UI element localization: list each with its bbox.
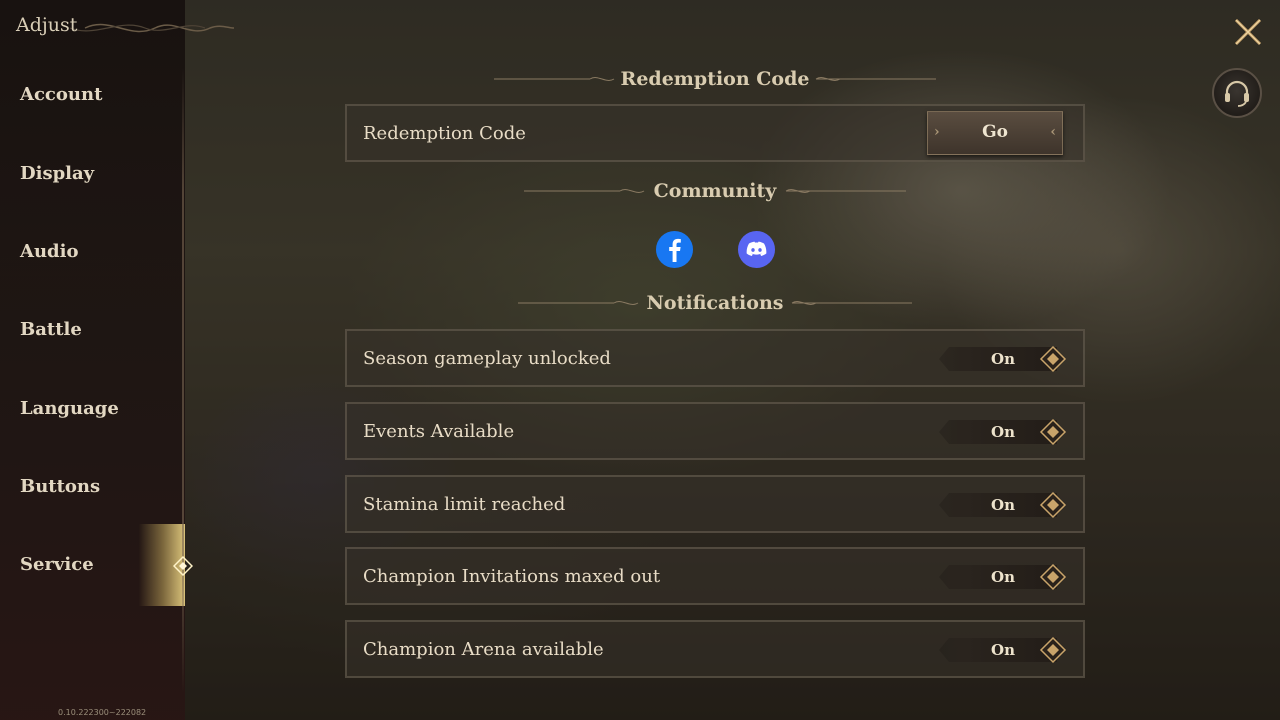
notification-row: Events Available On: [345, 402, 1085, 460]
notification-label: Events Available: [363, 421, 515, 442]
notification-toggle[interactable]: On: [939, 636, 1067, 664]
redemption-code-row: Redemption Code › Go ‹: [345, 104, 1085, 162]
sidebar-item-account[interactable]: Account: [0, 73, 185, 117]
diamond-knob-icon: [1039, 636, 1067, 664]
diamond-knob-icon: [1039, 491, 1067, 519]
sidebar: Adjust Account Display Audio Battle Lang…: [0, 0, 235, 720]
diamond-knob-icon: [1039, 345, 1067, 373]
close-button[interactable]: [1230, 14, 1266, 50]
diamond-knob-icon: [1039, 418, 1067, 446]
version-label: 0.10.222300~222082: [58, 708, 147, 717]
sidebar-item-language[interactable]: Language: [0, 387, 185, 431]
sidebar-item-service[interactable]: Service: [0, 524, 185, 606]
section-title: Redemption Code: [620, 68, 810, 90]
notification-toggle[interactable]: On: [939, 563, 1067, 591]
sidebar-item-battle[interactable]: Battle: [0, 308, 185, 352]
notification-row: Season gameplay unlocked On: [345, 329, 1085, 387]
toggle-state: On: [991, 350, 1015, 368]
headset-icon: [1225, 80, 1249, 107]
window-title: Adjust: [16, 14, 78, 36]
close-icon: [1234, 18, 1262, 46]
discord-icon[interactable]: [738, 231, 775, 268]
sidebar-item-display[interactable]: Display: [0, 152, 185, 196]
diamond-knob-icon: [1039, 563, 1067, 591]
sidebar-item-audio[interactable]: Audio: [0, 230, 185, 274]
chevron-left-icon: ‹: [1050, 124, 1056, 140]
section-header-notifications: Notifications: [490, 288, 940, 318]
notification-label: Season gameplay unlocked: [363, 348, 611, 369]
notification-label: Champion Arena available: [363, 639, 604, 660]
customer-support-button[interactable]: [1212, 68, 1262, 118]
notification-toggle[interactable]: On: [939, 418, 1067, 446]
notification-row: Stamina limit reached On: [345, 475, 1085, 533]
section-title: Notifications: [646, 292, 784, 314]
notification-row: Champion Arena available On: [345, 620, 1085, 678]
active-indicator-icon: [173, 556, 193, 576]
toggle-state: On: [991, 423, 1015, 441]
notification-label: Stamina limit reached: [363, 494, 566, 515]
section-header-redemption: Redemption Code: [490, 64, 940, 94]
redemption-code-label: Redemption Code: [363, 123, 526, 144]
notification-label: Champion Invitations maxed out: [363, 566, 661, 587]
notification-row: Champion Invitations maxed out On: [345, 547, 1085, 605]
chevron-right-icon: ›: [934, 124, 940, 140]
section-header-community: Community: [490, 176, 940, 206]
sidebar-item-buttons[interactable]: Buttons: [0, 465, 185, 509]
go-button[interactable]: › Go ‹: [927, 111, 1063, 155]
toggle-state: On: [991, 641, 1015, 659]
notification-toggle[interactable]: On: [939, 491, 1067, 519]
section-title: Community: [653, 180, 777, 202]
go-button-label: Go: [982, 122, 1008, 142]
toggle-state: On: [991, 568, 1015, 586]
facebook-icon[interactable]: [656, 231, 693, 268]
toggle-state: On: [991, 496, 1015, 514]
notification-toggle[interactable]: On: [939, 345, 1067, 373]
sidebar-divider: [182, 68, 184, 692]
